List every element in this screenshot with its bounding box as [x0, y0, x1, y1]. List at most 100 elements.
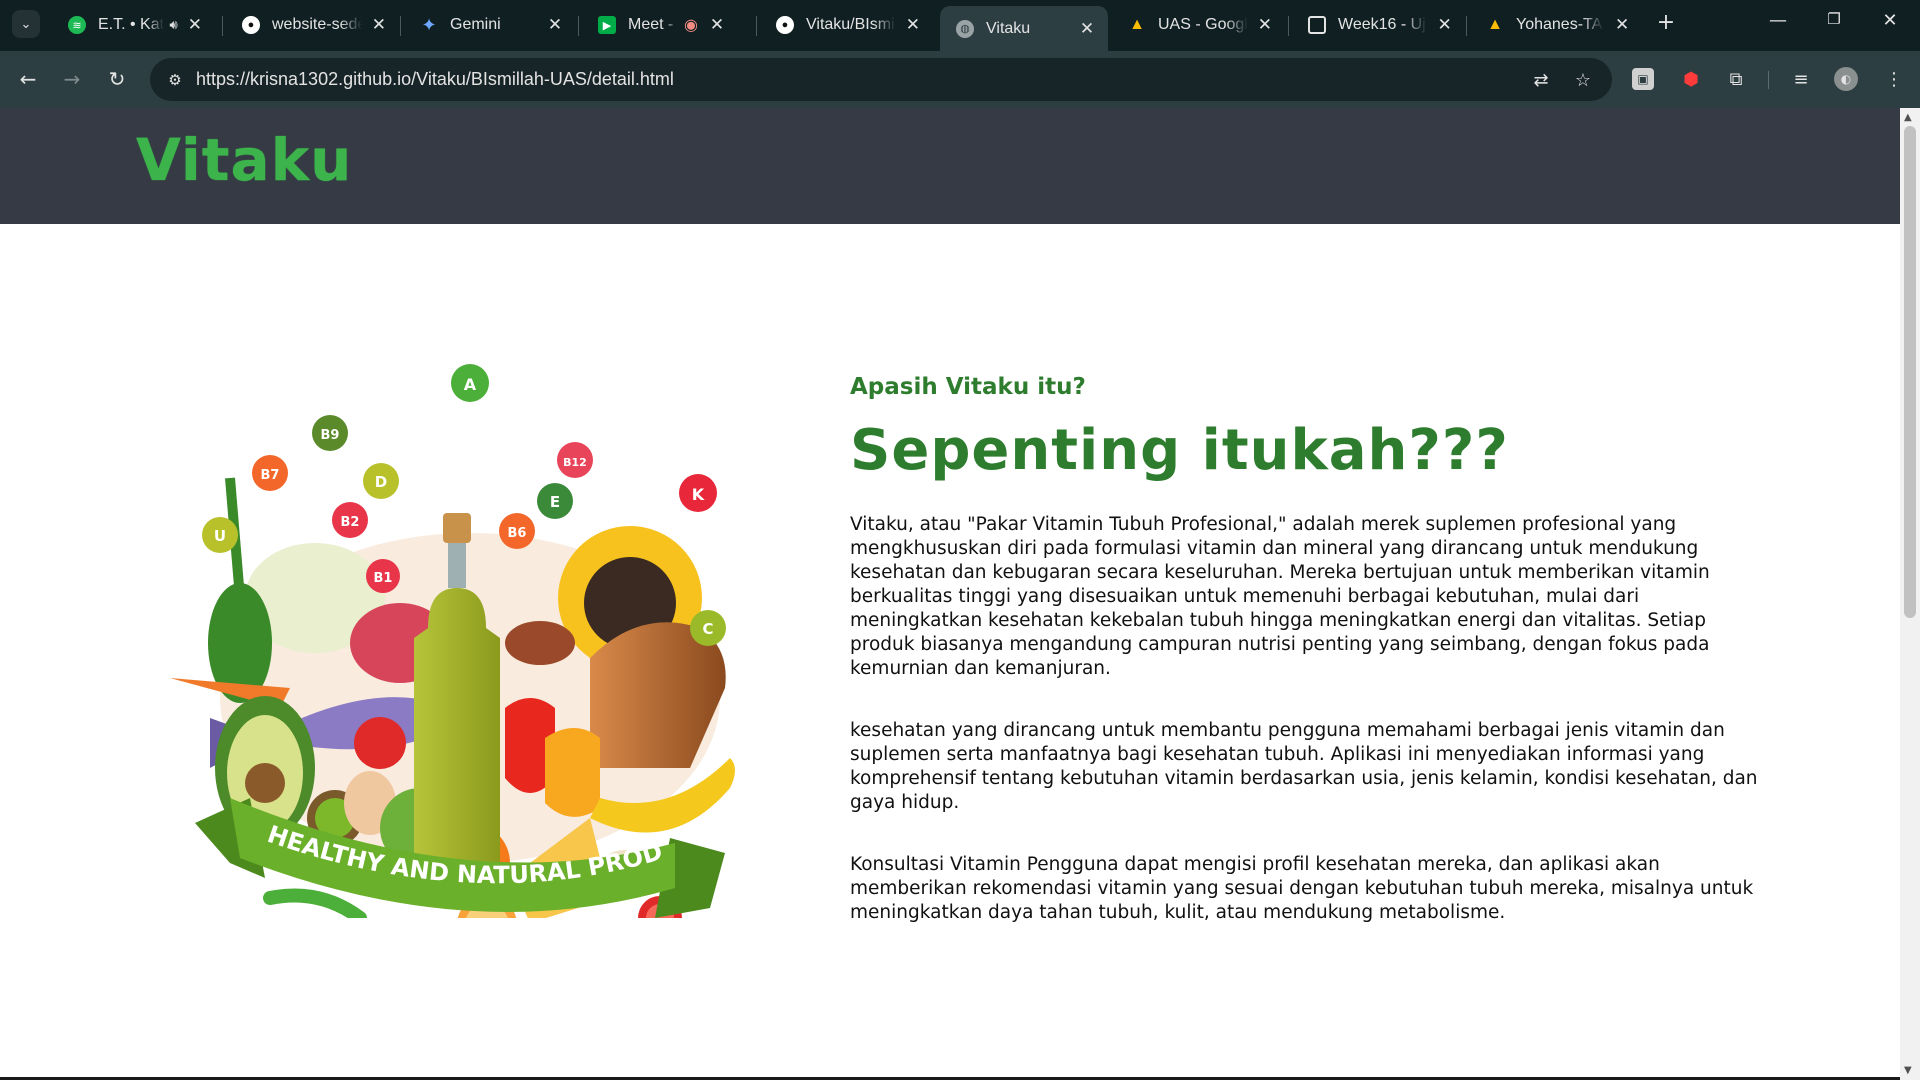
about-section: Apasih Vitaku itu? Sepenting itukah??? V…: [850, 374, 1770, 925]
restore-button[interactable]: ❐: [1814, 10, 1854, 28]
close-icon[interactable]: ✕: [1614, 15, 1630, 35]
extension-icon[interactable]: ▣: [1632, 68, 1654, 90]
tab-website-sederhana[interactable]: ● website-sederhana ✕: [226, 6, 398, 44]
address-bar[interactable]: ⚙︎ https://krisna1302.github.io/Vitaku/B…: [150, 58, 1612, 101]
vitamin-badge-b12: B12: [557, 442, 593, 478]
vitamin-badge-d: D: [363, 463, 399, 499]
tab-vitaku-repo[interactable]: ● Vitaku/BIsmillah ✕: [760, 6, 932, 44]
close-icon[interactable]: ✕: [372, 15, 386, 35]
avocado-seed-icon: [245, 763, 285, 803]
forward-button[interactable]: →: [56, 63, 88, 95]
svg-text:U: U: [214, 527, 226, 545]
close-icon[interactable]: ✕: [546, 15, 564, 35]
minimize-button[interactable]: —: [1758, 10, 1798, 31]
tab-title: UAS - Google Drive: [1158, 16, 1248, 33]
tab-separator: [578, 16, 579, 36]
scroll-thumb[interactable]: [1904, 126, 1916, 618]
bottle-neck-icon: [448, 538, 466, 588]
tab-separator: [400, 16, 401, 36]
close-icon[interactable]: ✕: [188, 15, 202, 35]
browser-tab-bar: ⌄ ≋ E.T. • Katy Perry 🔊︎ ✕ ● website-sed…: [0, 0, 1920, 51]
recording-icon: ◉: [684, 17, 698, 34]
vitamin-badge-b2: B2: [332, 502, 368, 538]
google-drive-icon: ▲: [1129, 16, 1145, 33]
adblock-icon[interactable]: ⬢: [1677, 65, 1705, 93]
classroom-icon: [1308, 16, 1326, 34]
gemini-icon: ✦: [421, 14, 437, 35]
scroll-up-arrow-icon[interactable]: ▲: [1904, 112, 1912, 123]
tab-meet[interactable]: ▶ Meet - ex ◉ ✕: [582, 6, 754, 44]
svg-text:K: K: [692, 485, 705, 504]
tab-vitaku[interactable]: ◍ Vitaku ✕: [940, 6, 1108, 51]
svg-text:B1: B1: [374, 571, 393, 586]
github-icon: ●: [242, 16, 260, 34]
svg-text:E: E: [550, 493, 560, 511]
mushroom-icon: [505, 621, 575, 665]
close-icon[interactable]: ✕: [1078, 19, 1096, 39]
speaker-icon[interactable]: 🔊︎: [170, 17, 178, 33]
github-icon: ●: [776, 16, 794, 34]
tab-separator: [222, 16, 223, 36]
tab-yohanes[interactable]: ▲ Yohanes-TAIF ✕: [1470, 6, 1642, 44]
svg-text:B7: B7: [261, 468, 280, 483]
tab-separator: [756, 16, 757, 36]
paragraph-app: kesehatan yang dirancang untuk membantu …: [850, 720, 1758, 813]
tab-title: Week16 - Ujian: [1338, 16, 1427, 33]
tab-spotify[interactable]: ≋ E.T. • Katy Perry 🔊︎ ✕: [52, 6, 214, 44]
web-page: Vitaku A B9 B7 D B12 K E B2 B6 U B1 C HE…: [0, 108, 1900, 1080]
tab-gemini[interactable]: ✦ Gemini ✕: [404, 6, 576, 44]
extensions-puzzle-icon[interactable]: ⧉: [1722, 65, 1750, 93]
site-info-icon[interactable]: ⚙︎: [162, 67, 188, 93]
new-tab-button[interactable]: +: [1652, 10, 1680, 35]
translate-icon[interactable]: ⇄: [1528, 67, 1554, 93]
close-icon[interactable]: ✕: [906, 15, 920, 35]
reload-button[interactable]: ↻: [101, 63, 133, 95]
svg-text:B6: B6: [508, 526, 527, 541]
media-control-icon[interactable]: ≡: [1787, 65, 1815, 93]
url-text[interactable]: https://krisna1302.github.io/Vitaku/BIsm…: [196, 69, 674, 90]
tab-week16[interactable]: Week16 - Ujian ✕: [1292, 6, 1464, 44]
bookmark-star-icon[interactable]: ☆: [1570, 67, 1596, 93]
back-button[interactable]: ←: [12, 63, 44, 95]
vitamin-badge-b1: B1: [366, 559, 400, 593]
svg-text:A: A: [464, 375, 477, 394]
globe-icon: ◍: [956, 19, 974, 38]
olive-oil-bottle-icon: [414, 588, 500, 898]
toolbar-separator: [1768, 71, 1769, 89]
vitamin-badge-a: A: [451, 364, 489, 402]
svg-text:C: C: [702, 620, 713, 638]
close-icon[interactable]: ✕: [708, 15, 726, 35]
svg-text:D: D: [375, 473, 387, 491]
tab-uas-drive[interactable]: ▲ UAS - Google Drive ✕: [1112, 6, 1284, 44]
yellow-pepper-icon: [545, 728, 600, 817]
site-header: Vitaku: [0, 108, 1900, 224]
vitamin-badge-b7: B7: [252, 455, 288, 491]
tab-title: Vitaku: [986, 19, 1031, 37]
close-icon[interactable]: ✕: [1258, 15, 1272, 35]
peas-icon: [263, 888, 367, 918]
vitamin-badge-b6: B6: [499, 513, 535, 549]
bottle-cork-icon: [443, 513, 471, 543]
vitamin-badge-k: K: [679, 474, 717, 512]
google-meet-icon: ▶: [598, 16, 616, 34]
profile-avatar[interactable]: ◐: [1834, 67, 1858, 91]
menu-kebab-icon[interactable]: ⋮: [1880, 65, 1908, 93]
tab-title: E.T. • Katy Perry: [98, 16, 164, 33]
svg-text:B9: B9: [321, 428, 340, 443]
browser-toolbar: ← → ↻ ⚙︎ https://krisna1302.github.io/Vi…: [0, 51, 1920, 108]
svg-text:B2: B2: [341, 515, 360, 530]
vitamin-badge-e: E: [537, 483, 573, 519]
page-scrollbar[interactable]: ▲ ▼: [1900, 108, 1920, 1080]
vitamin-badge-c: C: [690, 610, 726, 646]
tab-title: Vitaku/BIsmillah: [806, 16, 896, 33]
close-icon[interactable]: ✕: [1437, 15, 1452, 35]
paragraph-consultation: Konsultasi Vitamin Pengguna dapat mengis…: [850, 854, 1754, 923]
scroll-down-arrow-icon[interactable]: ▼: [1904, 1065, 1912, 1076]
tab-separator: [1288, 16, 1289, 36]
tab-search-button[interactable]: ⌄: [12, 10, 40, 38]
section-headline: Sepenting itukah???: [850, 418, 1509, 483]
tab-title: website-sederhana: [272, 16, 362, 33]
google-drive-icon: ▲: [1487, 16, 1503, 33]
site-logo[interactable]: Vitaku: [136, 126, 352, 194]
close-window-button[interactable]: ✕: [1870, 10, 1910, 31]
